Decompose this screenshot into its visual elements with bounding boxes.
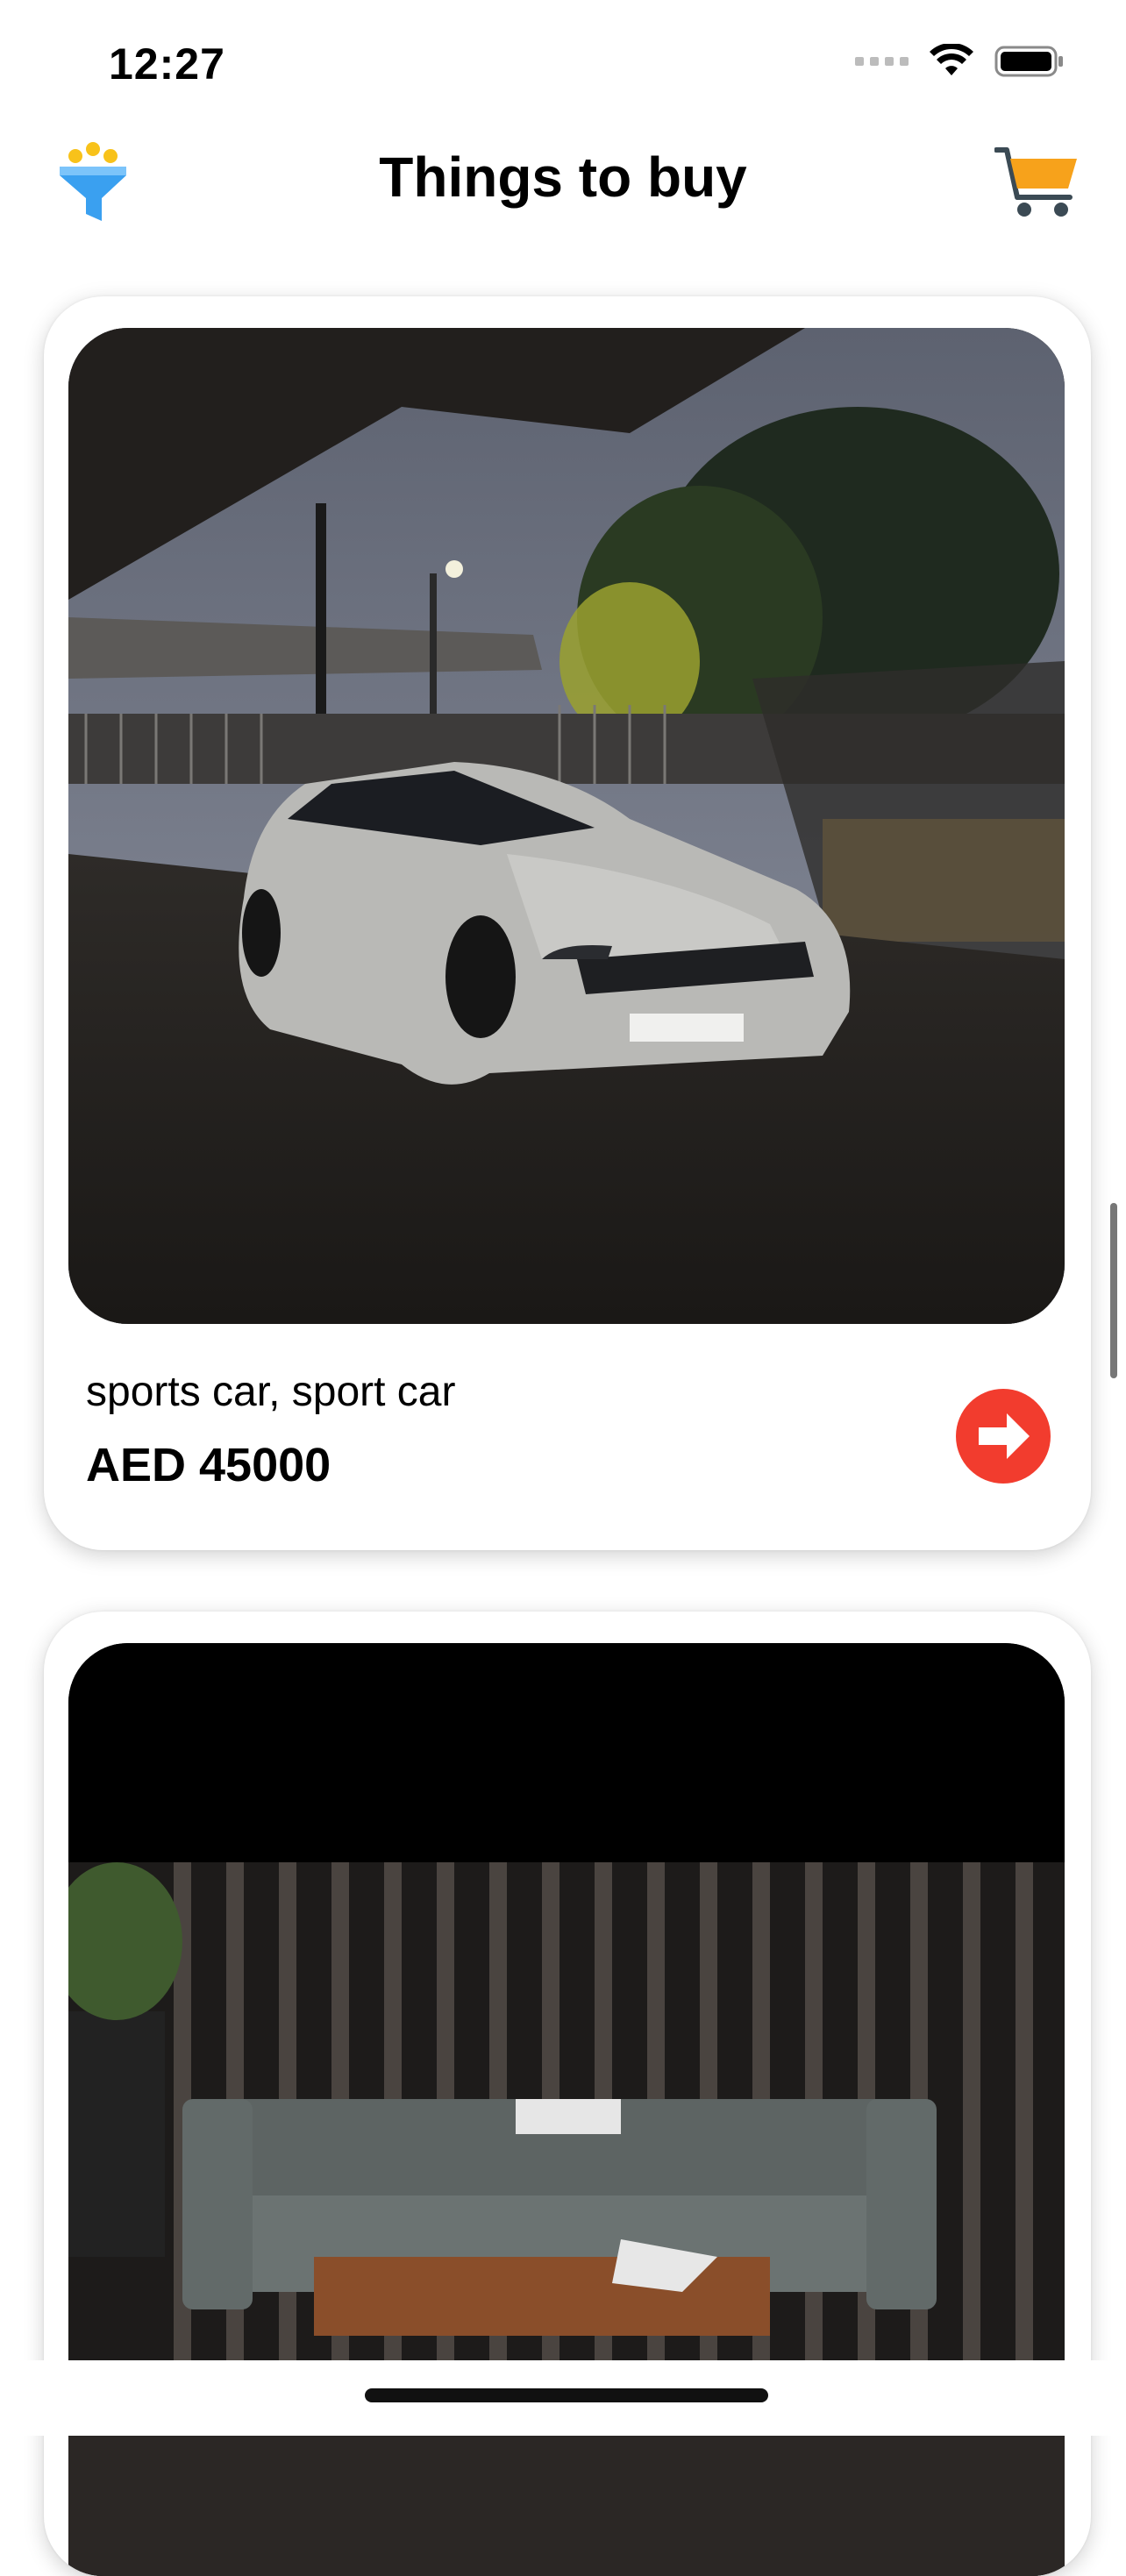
wifi-icon [930,44,973,75]
arrow-right-circle-icon [956,1389,1051,1484]
car-photo [68,328,1065,1324]
status-time: 12:27 [109,39,225,89]
sofa-photo [68,1643,1065,2576]
battery-icon [994,46,1063,77]
item-price: AED 45000 [86,1439,331,1491]
shopping-cart-icon [994,147,1077,217]
page-title: Things to buy [379,146,747,209]
item-name: sports car, sport car [86,1369,456,1415]
scroll-indicator[interactable] [1110,1203,1117,1378]
cellular-signal-icon [855,57,909,66]
product-card[interactable]: sports car, sport car AED 45000 [44,296,1091,1550]
cart-button[interactable] [994,145,1080,220]
home-indicator[interactable] [365,2388,768,2402]
view-item-button[interactable] [956,1389,1051,1484]
home-indicator-area [0,2360,1126,2436]
status-icons [855,44,1065,79]
